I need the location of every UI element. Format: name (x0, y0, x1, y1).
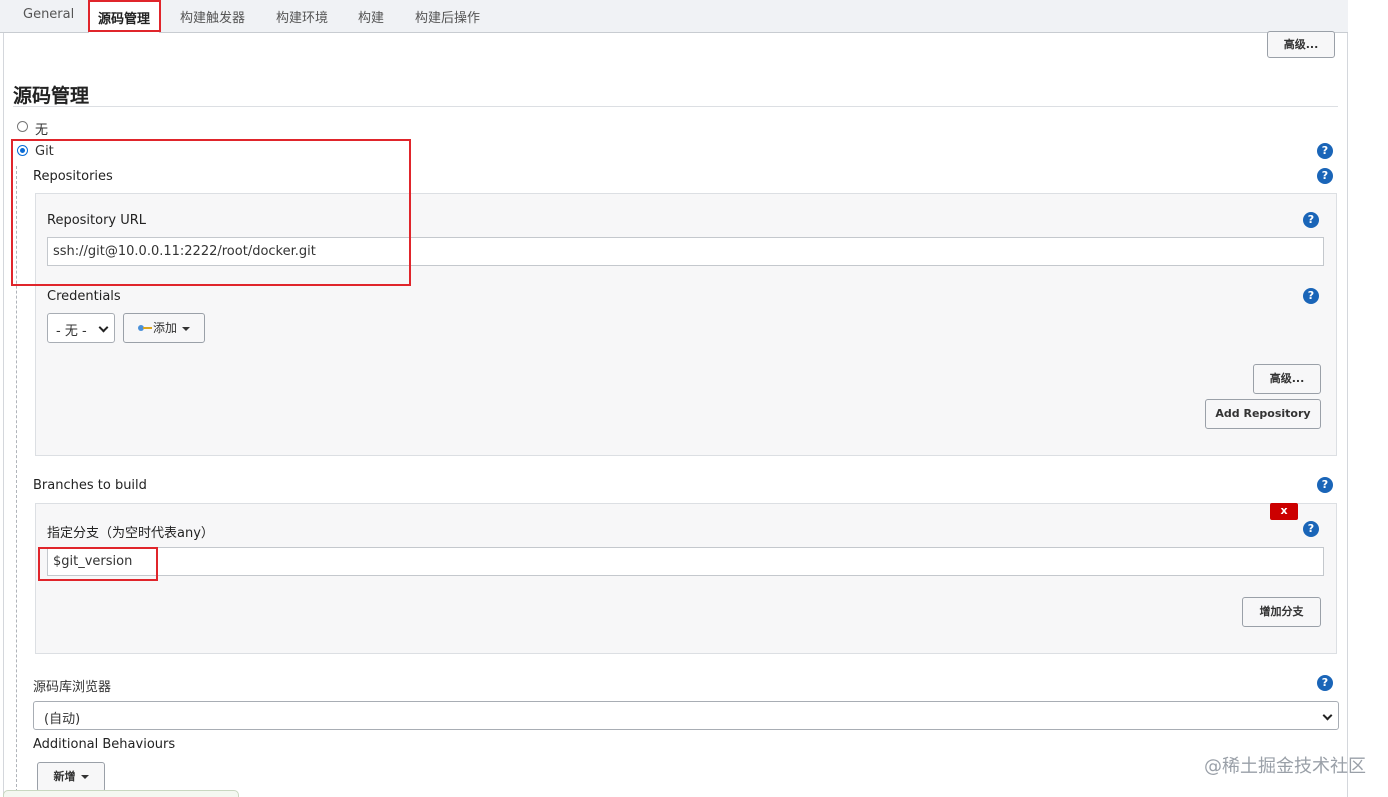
repository-browser-selected-value: (自动) (44, 712, 81, 727)
add-credentials-button[interactable]: 添加 (123, 313, 205, 343)
add-credentials-label: 添加 (152, 321, 177, 335)
credentials-help-icon[interactable]: ? (1303, 288, 1319, 304)
credentials-label: Credentials (47, 289, 121, 304)
repository-url-input[interactable]: ssh://git@10.0.0.11:2222/root/docker.git (47, 237, 1324, 266)
repository-advanced-button[interactable]: 高级... (1253, 364, 1321, 394)
tab-build-environment[interactable]: 构建环境 (276, 7, 328, 26)
tab-build-triggers[interactable]: 构建触发器 (180, 7, 245, 26)
top-advanced-button[interactable]: 高级... (1267, 31, 1335, 58)
branches-label: Branches to build (33, 478, 147, 493)
branch-box (35, 503, 1337, 654)
scm-git-radio[interactable] (17, 145, 28, 156)
config-tab-bar: General 源码管理 构建触发器 构建环境 构建 构建后操作 (0, 0, 1348, 34)
bottom-save-bar (3, 790, 239, 797)
repository-box (35, 193, 1337, 456)
repository-browser-help-icon[interactable]: ? (1317, 675, 1333, 691)
git-help-icon[interactable]: ? (1317, 143, 1333, 159)
branch-specifier-input[interactable]: $git_version (47, 547, 1324, 576)
repositories-help-icon[interactable]: ? (1317, 168, 1333, 184)
repository-url-help-icon[interactable]: ? (1303, 212, 1319, 228)
credentials-select[interactable]: - 无 - (47, 313, 115, 343)
delete-branch-button[interactable]: x (1270, 503, 1298, 520)
add-repository-button[interactable]: Add Repository (1205, 399, 1321, 429)
chevron-down-icon (98, 322, 109, 333)
scm-git-label: Git (35, 144, 54, 159)
add-behaviour-button[interactable]: 新增 (37, 762, 105, 792)
tab-build[interactable]: 构建 (358, 7, 384, 26)
tab-source-code-management[interactable]: 源码管理 (88, 0, 161, 34)
branches-help-icon[interactable]: ? (1317, 477, 1333, 493)
repositories-label: Repositories (33, 169, 113, 184)
branch-specifier-label: 指定分支（为空时代表any） (47, 526, 214, 541)
repository-browser-label: 源码库浏览器 (33, 680, 112, 695)
repository-browser-select[interactable]: (自动) (33, 701, 1339, 730)
key-icon (137, 325, 152, 332)
repository-url-label: Repository URL (47, 213, 147, 228)
caret-down-icon (80, 775, 89, 779)
add-behaviour-label: 新增 (53, 770, 76, 783)
section-divider (13, 106, 1338, 107)
scm-none-label: 无 (35, 123, 49, 138)
tab-post-build-actions[interactable]: 构建后操作 (415, 7, 480, 26)
caret-down-icon (182, 326, 190, 331)
tab-general[interactable]: General (23, 7, 74, 22)
page-title: 源码管理 (13, 85, 90, 107)
credentials-selected-value: - 无 - (56, 324, 87, 339)
git-section-guide (16, 166, 17, 797)
watermark-text: @稀土掘金技术社区 (1204, 756, 1366, 777)
chevron-down-icon (1322, 710, 1333, 721)
additional-behaviours-label: Additional Behaviours (33, 737, 176, 752)
scm-none-radio[interactable] (17, 121, 28, 132)
branch-specifier-help-icon[interactable]: ? (1303, 521, 1319, 537)
add-branch-button[interactable]: 增加分支 (1242, 597, 1321, 627)
